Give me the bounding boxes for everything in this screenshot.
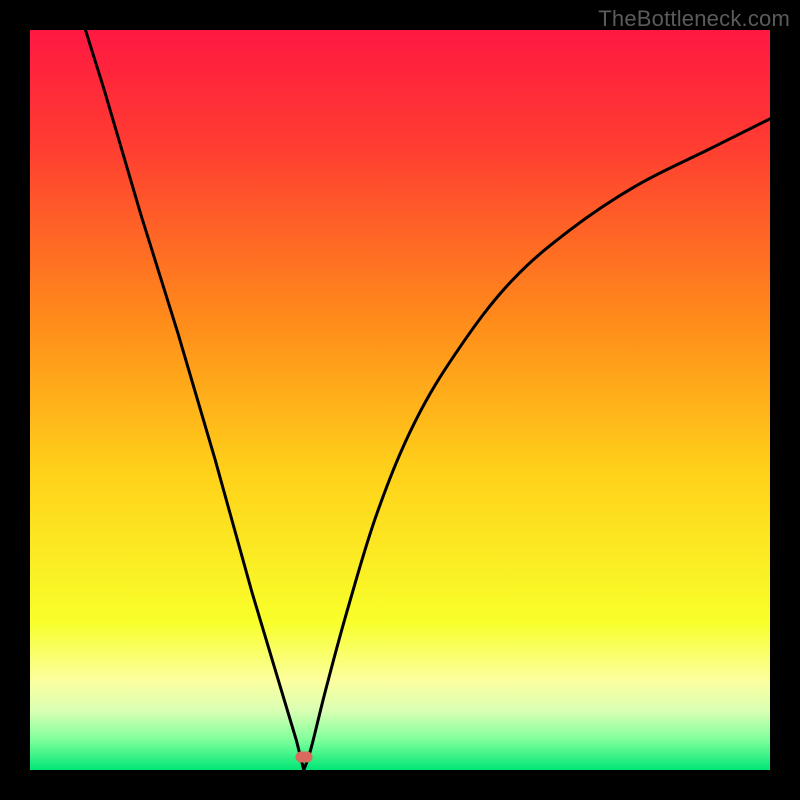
background-gradient [30,30,770,770]
plot-area [30,30,770,770]
chart-frame: TheBottleneck.com [0,0,800,800]
watermark-text: TheBottleneck.com [598,6,790,32]
optimal-point-marker [295,751,312,762]
